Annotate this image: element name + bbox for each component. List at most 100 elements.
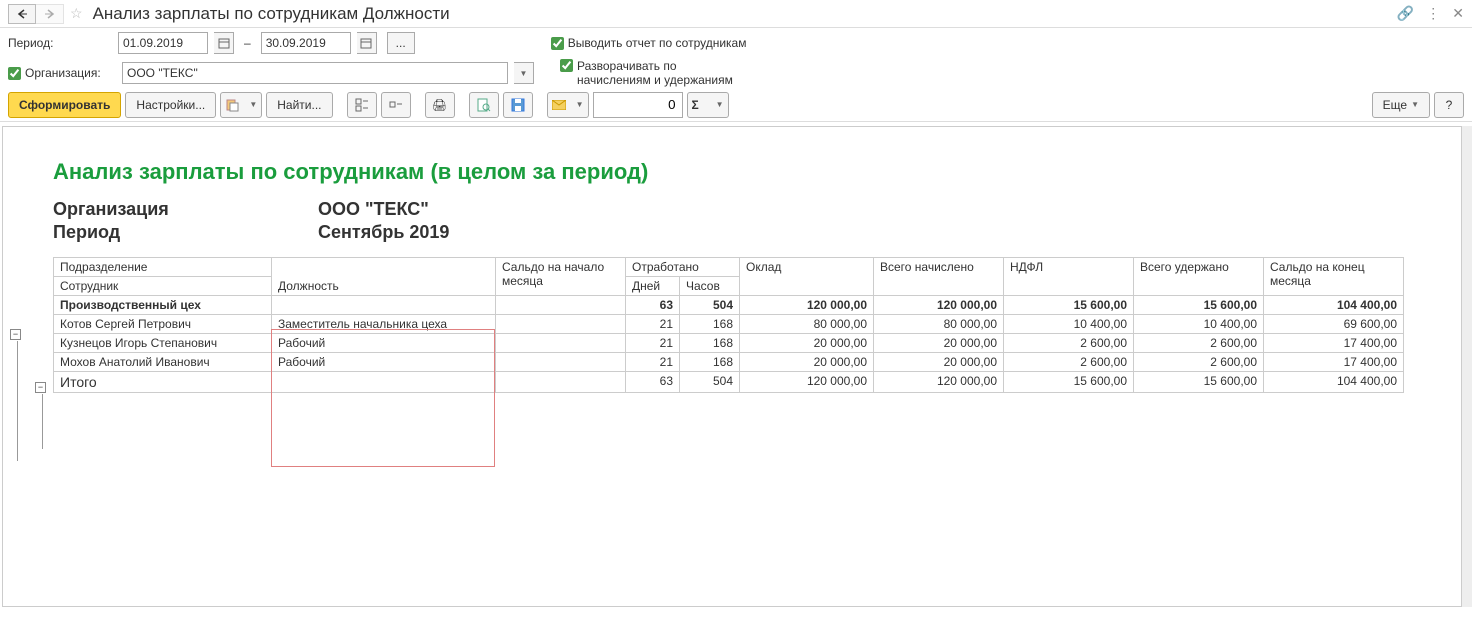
table-row[interactable]: Мохов Анатолий Иванович Рабочий 21 168 2… [54,353,1404,372]
tree-collapse-group-button[interactable]: − [35,382,46,393]
th-days: Дней [626,277,680,296]
expand-tree-button[interactable] [347,92,377,118]
date-separator: – [244,36,251,50]
th-hours: Часов [680,277,740,296]
show-by-employees-label: Выводить отчет по сотрудникам [568,36,747,50]
cell-hours: 168 [680,353,740,372]
report-title: Анализ зарплаты по сотрудникам (в целом … [53,131,1461,199]
save-button[interactable] [503,92,533,118]
th-accrued: Всего начислено [874,258,1004,296]
find-label: Найти... [277,98,321,112]
help-button[interactable]: ? [1434,92,1464,118]
settings-button[interactable]: Настройки... [125,92,216,118]
cell-position: Рабочий [272,334,496,353]
th-employee: Сотрудник [54,277,272,296]
cell-days: 21 [626,353,680,372]
more-vertical-icon[interactable]: ⋮ [1426,5,1440,22]
find-button[interactable]: Найти... [266,92,332,118]
generate-label: Сформировать [19,98,110,112]
period-ellipsis-button[interactable]: ... [387,32,415,54]
th-salary: Оклад [740,258,874,296]
organization-value: ООО "ТЕКС" [127,66,198,80]
group-name: Производственный цех [54,296,272,315]
chevron-down-icon: ▼ [249,100,257,109]
date-to-input[interactable]: 30.09.2019 [261,32,351,54]
total-hours: 504 [680,372,740,393]
group-balance-end: 104 400,00 [1264,296,1404,315]
vertical-scrollbar[interactable] [1462,126,1472,607]
total-label: Итого [54,372,272,393]
table-total-row[interactable]: Итого 63 504 120 000,00 120 000,00 15 60… [54,372,1404,393]
table-row[interactable]: Котов Сергей Петрович Заместитель началь… [54,315,1404,334]
expand-accruals-checkbox[interactable] [560,59,573,72]
cell-ndfl: 2 600,00 [1004,353,1134,372]
cell-salary: 20 000,00 [740,334,874,353]
cell-employee: Кузнецов Игорь Степанович [54,334,272,353]
link-icon[interactable]: 🔗 [1397,5,1414,22]
cell-employee: Котов Сергей Петрович [54,315,272,334]
th-ndfl: НДФЛ [1004,258,1134,296]
th-balance-start: Сальдо на начало месяца [496,258,626,296]
cell-days: 21 [626,315,680,334]
organization-input[interactable]: ООО "ТЕКС" [122,62,508,84]
report-org-value: ООО "ТЕКС" [318,199,1461,220]
cell-days: 21 [626,334,680,353]
cell-withheld: 2 600,00 [1134,334,1264,353]
calendar-from-button[interactable] [214,32,234,54]
generate-button[interactable]: Сформировать [8,92,121,118]
chevron-down-icon: ▼ [576,100,584,109]
cell-employee: Мохов Анатолий Иванович [54,353,272,372]
printer-icon: 🖨 [432,98,447,112]
th-balance-end: Сальдо на конец месяца [1264,258,1404,296]
forward-button[interactable] [36,4,64,24]
more-label: Еще [1383,98,1407,112]
cell-ndfl: 2 600,00 [1004,334,1134,353]
magnifier-doc-icon [477,98,491,112]
sigma-icon: Σ [692,98,699,112]
report-area: − − Анализ зарплаты по сотрудникам (в це… [2,126,1462,607]
cell-accrued: 20 000,00 [874,353,1004,372]
period-label: Период: [8,36,112,50]
number-input[interactable] [593,92,683,118]
paste-dropdown-button[interactable]: ▼ [220,92,262,118]
close-icon[interactable]: ✕ [1452,5,1464,22]
organization-dropdown-button[interactable]: ▼ [514,62,534,84]
print-button[interactable]: 🖨 [425,92,455,118]
date-from-value: 01.09.2019 [123,36,183,50]
calendar-to-button[interactable] [357,32,377,54]
collapse-tree-button[interactable] [381,92,411,118]
ellipsis-label: ... [396,36,406,50]
th-position: Должность [272,258,496,296]
expand-accruals-label: Разворачивать по начислениям и удержания… [577,59,733,88]
cell-position: Заместитель начальника цеха [272,315,496,334]
more-button[interactable]: Еще ▼ [1372,92,1430,118]
envelope-icon [552,100,566,110]
cell-withheld: 2 600,00 [1134,353,1264,372]
total-ndfl: 15 600,00 [1004,372,1134,393]
table-group-row[interactable]: Производственный цех 63 504 120 000,00 1… [54,296,1404,315]
total-balance-end: 104 400,00 [1264,372,1404,393]
th-withheld: Всего удержано [1134,258,1264,296]
cell-hours: 168 [680,334,740,353]
email-dropdown-button[interactable]: ▼ [547,92,589,118]
group-withheld: 15 600,00 [1134,296,1264,315]
cell-salary: 20 000,00 [740,353,874,372]
favorite-star-icon[interactable]: ☆ [70,5,83,22]
cell-balance-end: 69 600,00 [1264,315,1404,334]
table-row[interactable]: Кузнецов Игорь Степанович Рабочий 21 168… [54,334,1404,353]
cell-balance-end: 17 400,00 [1264,353,1404,372]
show-by-employees-checkbox[interactable] [551,37,564,50]
group-salary: 120 000,00 [740,296,874,315]
back-button[interactable] [8,4,36,24]
cell-hours: 168 [680,315,740,334]
sigma-dropdown-button[interactable]: Σ ▼ [687,92,729,118]
organization-checkbox[interactable] [8,67,21,80]
tree-collapse-root-button[interactable]: − [10,329,21,340]
chevron-down-icon: ▼ [716,100,724,109]
th-department: Подразделение [54,258,272,277]
total-days: 63 [626,372,680,393]
cell-withheld: 10 400,00 [1134,315,1264,334]
date-from-input[interactable]: 01.09.2019 [118,32,208,54]
report-period-value: Сентябрь 2019 [318,222,1461,243]
preview-button[interactable] [469,92,499,118]
